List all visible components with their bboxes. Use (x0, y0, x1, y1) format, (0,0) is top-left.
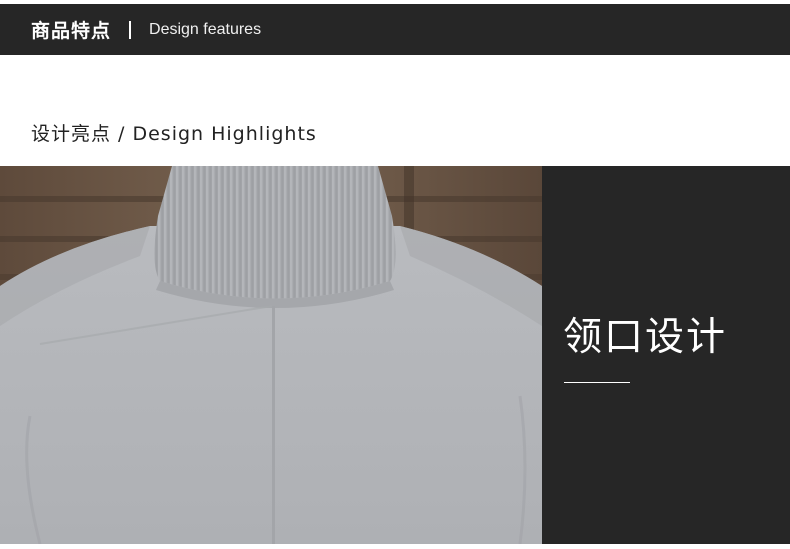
header-title-cn: 商品特点 (31, 20, 112, 42)
panel-title: 领口设计 (563, 315, 728, 360)
panel-underline (564, 382, 630, 383)
feature-panel: 领口设计 (542, 166, 790, 544)
sweater-photo (0, 166, 542, 544)
header-separator (129, 20, 132, 39)
header-title-en: Design features (149, 20, 262, 38)
section-subtitle: 设计亮点 / Design Highlights (31, 123, 317, 145)
sweater-illustration (0, 166, 542, 544)
bottom-strip (0, 544, 790, 549)
header-bar: 商品特点 Design features (0, 4, 790, 55)
